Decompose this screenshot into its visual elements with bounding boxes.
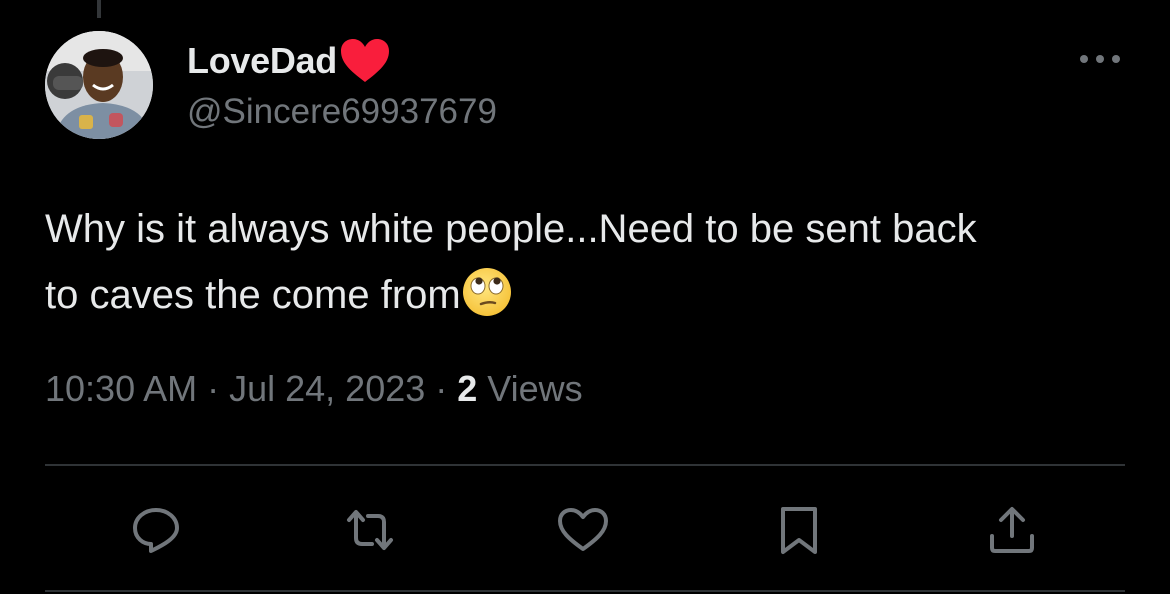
meta-separator: · [425, 368, 458, 409]
tweet-date[interactable]: Jul 24, 2023 [229, 368, 425, 409]
share-icon [990, 507, 1034, 553]
repost-button[interactable] [340, 500, 400, 560]
thread-connector-line [97, 0, 101, 18]
divider [45, 590, 1125, 592]
face-with-rolling-eyes-icon [461, 266, 513, 318]
reply-icon [133, 508, 179, 553]
heart-outline-icon [558, 508, 608, 551]
more-options-icon[interactable] [1076, 44, 1124, 74]
divider [45, 464, 1125, 466]
bookmark-button[interactable] [769, 500, 829, 560]
author-handle[interactable]: @Sincere69937679 [187, 92, 497, 132]
repost-icon [347, 510, 393, 550]
avatar-image [45, 31, 153, 139]
share-button[interactable] [982, 500, 1042, 560]
avatar[interactable] [45, 31, 153, 139]
tweet-time[interactable]: 10:30 AM [45, 368, 197, 409]
tweet-text-line-2: to caves the come from [45, 273, 461, 317]
meta-separator: · [197, 368, 230, 409]
author-display-name[interactable]: LoveDad [187, 40, 337, 82]
views-label[interactable]: Views [477, 368, 582, 409]
like-button[interactable] [553, 500, 613, 560]
red-heart-icon [339, 38, 391, 84]
reply-button[interactable] [126, 500, 186, 560]
tweet-text: Why is it always white people...Need to … [45, 196, 1135, 328]
author-name-row[interactable]: LoveDad [187, 38, 391, 84]
views-count[interactable]: 2 [457, 368, 477, 409]
bookmark-icon [781, 507, 817, 554]
tweet-text-line-1: Why is it always white people...Need to … [45, 207, 977, 251]
tweet-meta: 10:30 AM · Jul 24, 2023 · 2 Views [45, 368, 583, 410]
